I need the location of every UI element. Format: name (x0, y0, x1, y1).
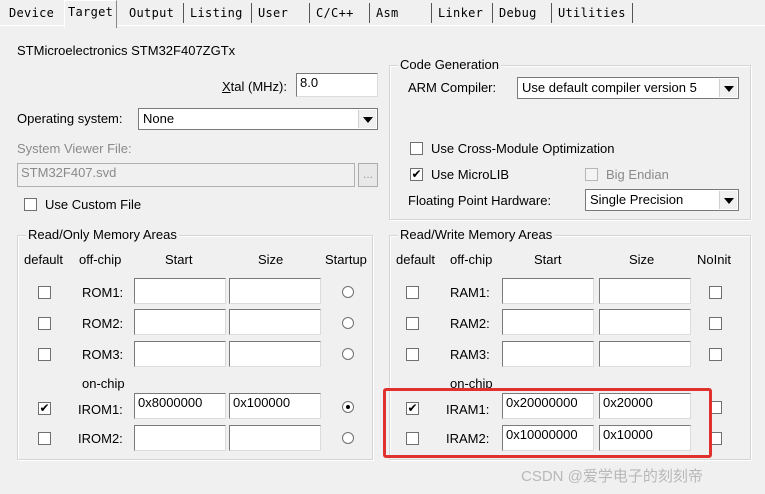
tab-device[interactable]: Device (6, 2, 57, 26)
tab-utilities[interactable]: Utilities (555, 2, 629, 26)
microlib-label: Use MicroLIB (431, 167, 510, 182)
fph-select[interactable]: Single Precision (585, 189, 739, 211)
fph-label: Floating Point Hardware: (408, 193, 552, 208)
ro-row-default-checkbox[interactable] (38, 348, 51, 361)
rw-row-name: RAM2: (450, 316, 490, 331)
tab-asm[interactable]: Asm (373, 2, 402, 26)
ro-row-size-input[interactable]: 0x100000 (229, 393, 321, 419)
svd-label: System Viewer File: (17, 141, 132, 156)
ro-header-size: Size (258, 252, 284, 267)
ro-row-start-input[interactable] (134, 309, 226, 335)
rw-row-name: RAM1: (450, 285, 490, 300)
rw-header-offchip: off-chip (450, 252, 493, 267)
ro-row-name: ROM1: (82, 285, 124, 300)
xtal-input[interactable]: 8.0 (296, 73, 378, 97)
ro-row-size-input[interactable] (229, 341, 321, 367)
rw-row-size-input[interactable] (599, 309, 691, 335)
ro-row-startup-radio[interactable] (342, 286, 354, 298)
tab-target[interactable]: Target (64, 0, 118, 28)
ro-header-offchip: off-chip (79, 252, 122, 267)
code-generation-title: Code Generation (398, 57, 502, 72)
rw-memory-title: Read/Write Memory Areas (398, 227, 555, 242)
ro-onchip-label: on-chip (82, 376, 125, 391)
rw-row-size-input[interactable] (599, 278, 691, 304)
ro-row-size-input[interactable] (229, 425, 321, 451)
ro-row-name: ROM2: (82, 316, 124, 331)
tab-linker[interactable]: Linker (435, 2, 486, 26)
highlight-box (383, 388, 712, 458)
cross-module-label: Use Cross-Module Optimization (431, 141, 615, 156)
rw-row-start-input[interactable] (502, 278, 594, 304)
ro-row-default-checkbox[interactable] (38, 286, 51, 299)
rw-header-default: default (396, 252, 436, 267)
tab-bar: Device Target Output Listing User C/C++ … (0, 0, 765, 28)
ro-row-start-input[interactable] (134, 425, 226, 451)
arm-compiler-label: ARM Compiler: (408, 80, 497, 95)
ro-row-name: ROM3: (82, 347, 124, 362)
ro-header-startup: Startup (325, 252, 367, 267)
device-name: STMicroelectronics STM32F407ZGTx (17, 43, 236, 58)
rw-row-default-checkbox[interactable] (406, 348, 419, 361)
watermark: CSDN @爱学电子的刻刻帝 (521, 468, 703, 485)
os-label: Operating system: (17, 111, 123, 126)
ro-memory-title: Read/Only Memory Areas (26, 227, 179, 242)
chevron-down-icon (719, 191, 737, 209)
rw-row-noinit-checkbox[interactable] (709, 348, 722, 361)
svd-input: STM32F407.svd (17, 163, 355, 187)
ro-row-startup-radio[interactable] (342, 432, 354, 444)
tab-debug[interactable]: Debug (496, 2, 540, 26)
rw-row-start-input[interactable] (502, 341, 594, 367)
chevron-down-icon (358, 110, 376, 128)
tab-user[interactable]: User (255, 2, 291, 26)
ro-row-start-input[interactable]: 0x8000000 (134, 393, 226, 419)
ro-row-start-input[interactable] (134, 278, 226, 304)
rw-row-size-input[interactable] (599, 341, 691, 367)
ro-row-startup-radio[interactable] (342, 401, 354, 413)
big-endian-label: Big Endian (606, 167, 669, 182)
rw-header-noinit: NoInit (697, 252, 731, 267)
rw-row-start-input[interactable] (502, 309, 594, 335)
ro-row-name: IROM1: (78, 402, 123, 417)
rw-row-name: RAM3: (450, 347, 490, 362)
ro-row-size-input[interactable] (229, 309, 321, 335)
ro-row-name: IROM2: (78, 431, 123, 446)
ro-header-start: Start (165, 252, 193, 267)
arm-compiler-select[interactable]: Use default compiler version 5 (517, 77, 739, 99)
xtal-label: Xtal (MHz): (222, 79, 288, 94)
ro-header-default: default (24, 252, 64, 267)
rw-row-noinit-checkbox[interactable] (709, 317, 722, 330)
rw-header-start: Start (534, 252, 562, 267)
ro-row-startup-radio[interactable] (342, 317, 354, 329)
rw-header-size: Size (629, 252, 655, 267)
rw-row-noinit-checkbox[interactable] (709, 286, 722, 299)
os-select[interactable]: None (138, 108, 378, 130)
tab-cpp[interactable]: C/C++ (313, 2, 357, 26)
use-custom-file-label: Use Custom File (45, 197, 142, 212)
use-custom-file-checkbox[interactable] (24, 198, 37, 211)
ro-row-default-checkbox[interactable]: ✔ (38, 401, 51, 415)
ro-row-default-checkbox[interactable] (38, 317, 51, 330)
ro-row-startup-radio[interactable] (342, 348, 354, 360)
tab-output[interactable]: Output (126, 2, 177, 26)
ro-row-size-input[interactable] (229, 278, 321, 304)
big-endian-checkbox (585, 168, 598, 181)
microlib-checkbox[interactable]: ✔ (410, 167, 423, 181)
rw-row-default-checkbox[interactable] (406, 286, 419, 299)
svd-browse-button[interactable]: ... (358, 163, 378, 187)
ro-row-default-checkbox[interactable] (38, 432, 51, 445)
cross-module-checkbox[interactable] (410, 142, 423, 155)
chevron-down-icon (719, 79, 737, 97)
tab-listing[interactable]: Listing (187, 2, 246, 26)
rw-row-default-checkbox[interactable] (406, 317, 419, 330)
ro-row-start-input[interactable] (134, 341, 226, 367)
